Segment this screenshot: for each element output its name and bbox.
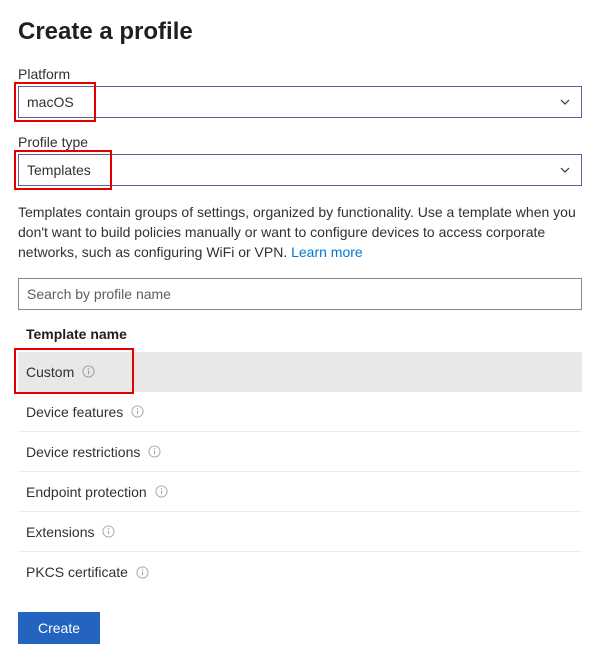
learn-more-link[interactable]: Learn more — [291, 244, 363, 260]
template-name-label: Endpoint protection — [26, 484, 147, 500]
platform-dropdown-wrapper: macOS — [18, 86, 582, 118]
template-name-label: Extensions — [26, 524, 94, 540]
page-title: Create a profile — [18, 18, 582, 46]
platform-value: macOS — [27, 94, 74, 110]
platform-dropdown[interactable]: macOS — [18, 86, 582, 118]
profile-type-label: Profile type — [18, 134, 582, 150]
profile-type-dropdown-wrapper: Templates — [18, 154, 582, 186]
profile-type-dropdown[interactable]: Templates — [18, 154, 582, 186]
chevron-down-icon — [559, 96, 571, 108]
template-list: Custom Device features Device restrictio… — [18, 352, 582, 592]
description-text: Templates contain groups of settings, or… — [18, 202, 582, 262]
template-name-label: Device restrictions — [26, 444, 140, 460]
info-icon — [102, 525, 115, 538]
info-icon — [155, 485, 168, 498]
template-row-extensions[interactable]: Extensions — [18, 512, 582, 552]
template-row-custom[interactable]: Custom — [18, 352, 582, 392]
info-icon — [136, 566, 149, 579]
create-button[interactable]: Create — [18, 612, 100, 644]
template-row-device-restrictions[interactable]: Device restrictions — [18, 432, 582, 472]
template-name-label: Device features — [26, 404, 123, 420]
chevron-down-icon — [559, 164, 571, 176]
info-icon — [82, 365, 95, 378]
template-name-label: Custom — [26, 364, 74, 380]
template-row-pkcs-certificate[interactable]: PKCS certificate — [18, 552, 582, 592]
platform-label: Platform — [18, 66, 582, 82]
info-icon — [148, 445, 161, 458]
template-name-label: PKCS certificate — [26, 564, 128, 580]
info-icon — [131, 405, 144, 418]
search-input[interactable] — [18, 278, 582, 310]
template-row-device-features[interactable]: Device features — [18, 392, 582, 432]
profile-type-value: Templates — [27, 162, 91, 178]
template-name-column-header: Template name — [18, 320, 582, 352]
template-row-endpoint-protection[interactable]: Endpoint protection — [18, 472, 582, 512]
